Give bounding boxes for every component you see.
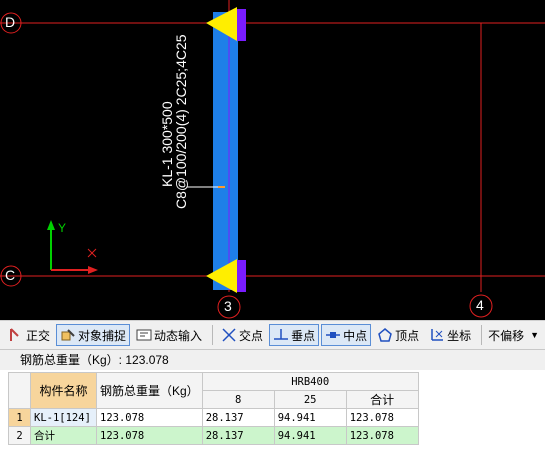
drawing-canvas[interactable]: D C 3 4 KL-1 300*500 C8@100/200(4) 2C25;… bbox=[0, 0, 545, 320]
vertex-icon bbox=[377, 327, 393, 343]
rebar-weight-summary: 钢筋总重量（Kg）: 123.078 bbox=[0, 350, 545, 370]
axis-label-3: 3 bbox=[224, 298, 232, 314]
intersection-label: 交点 bbox=[239, 328, 264, 343]
table-row-total[interactable]: 2 合计 123.078 28.137 94.941 123.078 bbox=[8, 426, 419, 445]
orthogonal-icon bbox=[8, 327, 24, 343]
beam-kl-1[interactable] bbox=[213, 12, 238, 290]
row-number-header bbox=[8, 372, 31, 409]
rebar-table-panel: 构件名称 钢筋总重量（Kg） HRB400 8 25 合计 1 KL-1[124… bbox=[0, 370, 545, 469]
table-header-row: 构件名称 钢筋总重量（Kg） HRB400 bbox=[8, 372, 419, 409]
ucs-y-label: Y bbox=[58, 221, 67, 235]
dynamic-input-icon bbox=[136, 327, 152, 343]
cell-total[interactable]: 123.078 bbox=[345, 426, 419, 445]
column-header-name[interactable]: 构件名称 bbox=[30, 372, 97, 409]
coordinate-label: 坐标 bbox=[447, 328, 472, 343]
snap-toolbar: 正交 对象捕捉 动态输入 交点 垂点 中点 顶点 坐标 不偏移 ▼ bbox=[0, 320, 545, 350]
column-header-total[interactable]: 合计 bbox=[345, 390, 419, 409]
ucs-y-arrow bbox=[47, 220, 55, 230]
midpoint-label: 中点 bbox=[343, 328, 368, 343]
cell-name[interactable]: 合计 bbox=[30, 426, 97, 445]
row-number: 1 bbox=[8, 408, 31, 427]
cell-d8[interactable]: 28.137 bbox=[201, 426, 275, 445]
orthogonal-label: 正交 bbox=[26, 328, 51, 343]
drawing-svg bbox=[0, 0, 545, 319]
ucs-x-arrow bbox=[88, 266, 98, 274]
cell-weight[interactable]: 123.078 bbox=[96, 408, 203, 427]
orthogonal-button[interactable]: 正交 bbox=[4, 324, 54, 346]
object-snap-button[interactable]: 对象捕捉 bbox=[56, 324, 131, 346]
coordinate-icon bbox=[429, 327, 445, 343]
chevron-down-icon: ▼ bbox=[530, 330, 540, 340]
coordinate-button[interactable]: 坐标 bbox=[425, 324, 475, 346]
intersection-icon bbox=[221, 327, 237, 343]
column-header-group[interactable]: HRB400 bbox=[201, 372, 419, 391]
midpoint-icon bbox=[325, 327, 341, 343]
axis-label-c: C bbox=[5, 267, 16, 283]
vertex-label: 顶点 bbox=[395, 328, 420, 343]
support-side-top bbox=[237, 9, 246, 41]
dynamic-input-label: 动态输入 bbox=[154, 328, 203, 343]
support-side-bottom bbox=[237, 260, 246, 292]
cell-d25[interactable]: 94.941 bbox=[273, 426, 347, 445]
beam-label-reinforcement: C8@100/200(4) 2C25;4C25 bbox=[173, 34, 189, 209]
perpendicular-label: 垂点 bbox=[291, 328, 316, 343]
row-number: 2 bbox=[8, 426, 31, 445]
object-snap-icon bbox=[60, 327, 76, 343]
rebar-weight-table: 构件名称 钢筋总重量（Kg） HRB400 8 25 合计 1 KL-1[124… bbox=[8, 372, 419, 445]
object-snap-label: 对象捕捉 bbox=[78, 328, 127, 343]
toolbar-separator bbox=[481, 325, 483, 345]
cell-total[interactable]: 123.078 bbox=[345, 408, 419, 427]
cell-d8[interactable]: 28.137 bbox=[201, 408, 275, 427]
midpoint-button[interactable]: 中点 bbox=[321, 324, 372, 346]
axis-label-d: D bbox=[5, 14, 16, 30]
offset-dropdown-value: 不偏移 bbox=[488, 328, 525, 343]
table-row[interactable]: 1 KL-1[124] 123.078 28.137 94.941 123.07… bbox=[8, 408, 419, 427]
toolbar-separator bbox=[212, 325, 214, 345]
vertex-button[interactable]: 顶点 bbox=[373, 324, 423, 346]
dynamic-input-button[interactable]: 动态输入 bbox=[132, 324, 206, 346]
perpendicular-button[interactable]: 垂点 bbox=[269, 324, 320, 346]
column-header-d8[interactable]: 8 bbox=[201, 390, 275, 409]
intersection-button[interactable]: 交点 bbox=[217, 324, 267, 346]
axis-label-4: 4 bbox=[476, 297, 484, 313]
perpendicular-icon bbox=[273, 327, 289, 343]
cell-d25[interactable]: 94.941 bbox=[273, 408, 347, 427]
column-header-weight[interactable]: 钢筋总重量（Kg） bbox=[96, 372, 203, 409]
offset-dropdown[interactable]: 不偏移 ▼ bbox=[486, 324, 541, 346]
cell-weight[interactable]: 123.078 bbox=[96, 426, 203, 445]
cell-name[interactable]: KL-1[124] bbox=[30, 408, 97, 427]
beam-label-section: KL-1 300*500 bbox=[159, 101, 175, 187]
column-header-d25[interactable]: 25 bbox=[273, 390, 347, 409]
